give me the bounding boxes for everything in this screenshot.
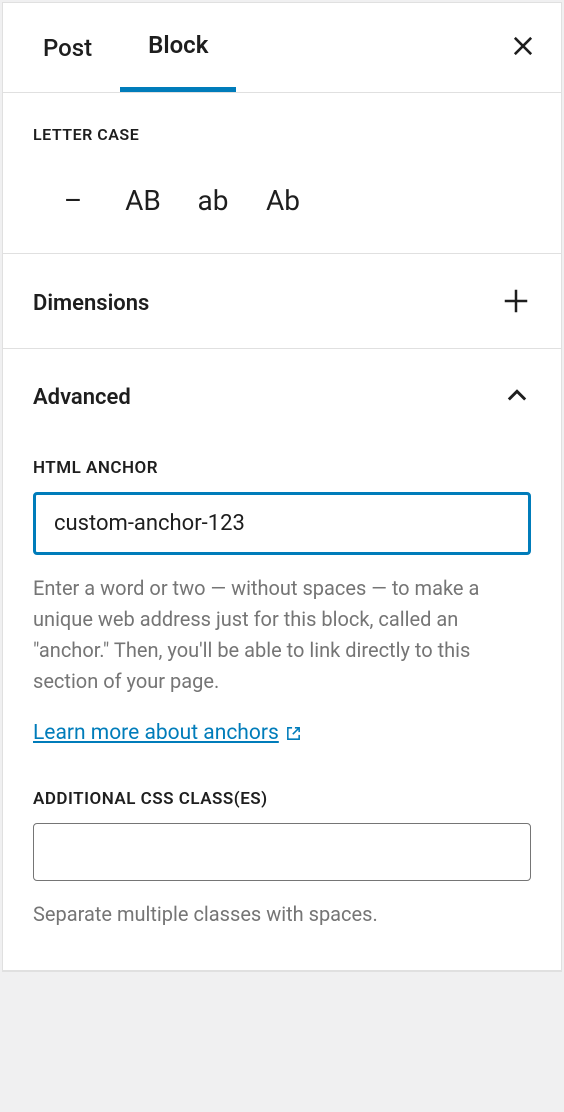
letter-case-upper[interactable]: AB — [123, 184, 163, 217]
css-classes-input[interactable] — [33, 823, 531, 881]
learn-more-text: Learn more about anchors — [33, 721, 279, 745]
letter-case-lower[interactable]: ab — [193, 184, 233, 217]
chevron-up-icon — [503, 382, 531, 410]
letter-case-label: LETTER CASE — [33, 125, 531, 144]
advanced-title: Advanced — [33, 381, 131, 414]
learn-more-anchors-link[interactable]: Learn more about anchors — [33, 721, 302, 745]
css-classes-help: Separate multiple classes with spaces. — [33, 899, 531, 930]
css-classes-label: ADDITIONAL CSS CLASS(ES) — [33, 789, 531, 809]
dimensions-title: Dimensions — [33, 287, 149, 320]
tab-post[interactable]: Post — [15, 6, 120, 90]
tabs-bar: Post Block — [3, 3, 561, 93]
html-anchor-help: Enter a word or two — without spaces — t… — [33, 573, 531, 697]
close-button[interactable] — [497, 20, 549, 76]
tab-block[interactable]: Block — [120, 3, 236, 92]
external-link-icon — [285, 725, 302, 742]
letter-case-none[interactable]: – — [53, 184, 93, 217]
advanced-chevron-button — [503, 382, 531, 414]
html-anchor-label: HTML ANCHOR — [33, 458, 531, 478]
close-icon — [509, 32, 537, 60]
block-settings-panel: Post Block LETTER CASE – AB ab Ab Dimens… — [2, 2, 562, 972]
letter-case-section: LETTER CASE – AB ab Ab — [3, 93, 561, 254]
plus-icon — [501, 286, 531, 316]
letter-case-options: – AB ab Ab — [33, 162, 531, 225]
advanced-section: Advanced HTML ANCHOR Enter a word or two… — [3, 349, 561, 971]
advanced-toggle[interactable]: Advanced — [33, 381, 531, 414]
dimensions-add-button[interactable] — [501, 286, 531, 320]
letter-case-capitalize[interactable]: Ab — [263, 184, 303, 217]
html-anchor-input[interactable] — [33, 492, 531, 555]
dimensions-section: Dimensions — [3, 254, 561, 349]
